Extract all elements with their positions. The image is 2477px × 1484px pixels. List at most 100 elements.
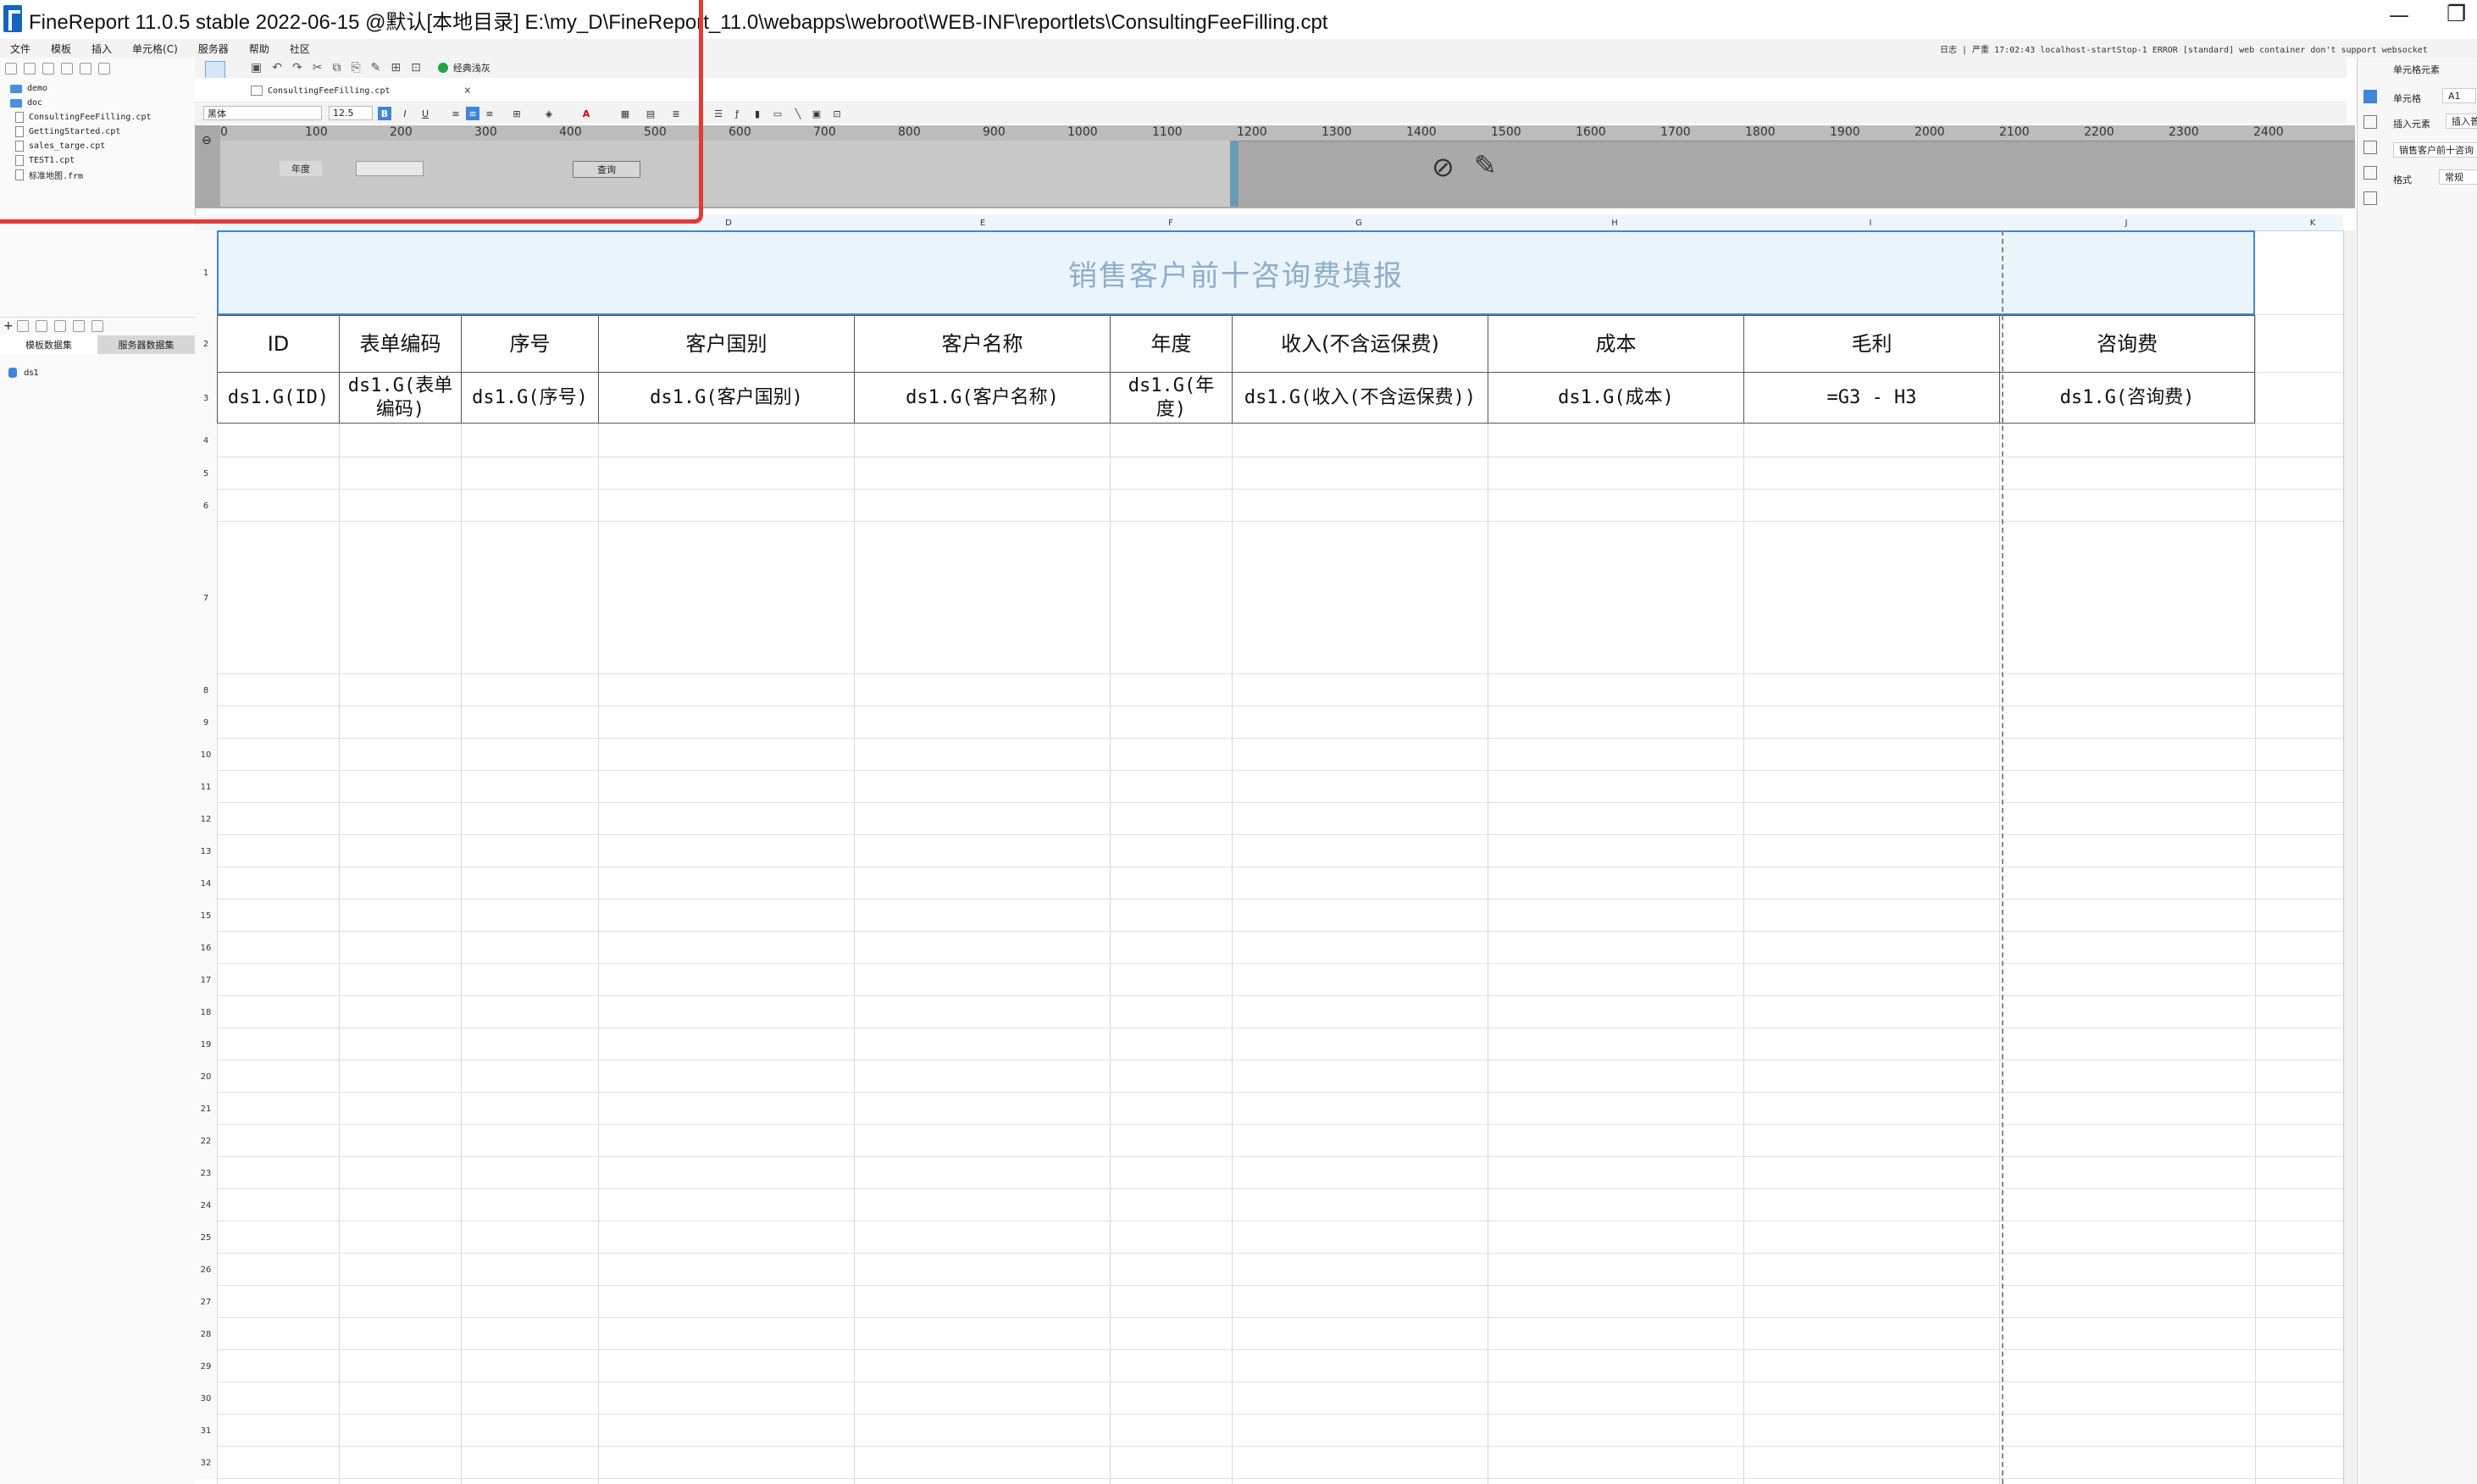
- row-header[interactable]: 32: [195, 1447, 217, 1479]
- condition-icon[interactable]: [2363, 166, 2377, 180]
- column-header-k[interactable]: K: [2296, 215, 2330, 230]
- dataset-item-ds1[interactable]: ds1: [8, 368, 39, 378]
- header-cell[interactable]: 客户国别: [598, 315, 854, 373]
- data-cell[interactable]: ds1.G(表单编码): [339, 373, 461, 424]
- search-dataset-icon[interactable]: [91, 320, 103, 332]
- insert-element-select[interactable]: 插入普: [2446, 114, 2477, 129]
- row-header[interactable]: 28: [195, 1318, 217, 1350]
- copy-icon[interactable]: ⧉: [332, 61, 341, 75]
- formula-icon[interactable]: ƒ: [730, 107, 744, 120]
- cell-address-field[interactable]: A1: [2442, 88, 2476, 103]
- template-icon[interactable]: ⊞: [391, 61, 401, 75]
- row-header[interactable]: 2: [195, 315, 217, 373]
- row-header[interactable]: 27: [195, 1286, 217, 1318]
- row-header[interactable]: 17: [195, 964, 217, 996]
- row-header[interactable]: 6: [195, 490, 217, 522]
- header-cell[interactable]: 表单编码: [339, 315, 461, 373]
- font-family-select[interactable]: 黑体: [203, 106, 322, 120]
- theme-button[interactable]: 经典浅灰: [437, 61, 490, 75]
- header-cell[interactable]: 收入(不含运保费): [1232, 315, 1488, 373]
- query-button[interactable]: 查询: [573, 161, 640, 178]
- undo-icon[interactable]: ↶: [272, 61, 282, 75]
- widget-icon[interactable]: [2363, 141, 2377, 154]
- preview-dataset-icon[interactable]: [72, 320, 85, 332]
- data-cell[interactable]: ds1.G(客户国别): [598, 373, 854, 424]
- row-header[interactable]: 15: [195, 900, 217, 932]
- split-cells-icon[interactable]: ▤: [644, 107, 657, 120]
- data-cell[interactable]: ds1.G(年度): [1110, 373, 1232, 424]
- header-cell[interactable]: 年度: [1110, 315, 1232, 373]
- tab-template-dataset[interactable]: 模板数据集: [0, 335, 97, 354]
- minimize-button[interactable]: —: [2389, 3, 2409, 27]
- underline-button[interactable]: U: [418, 107, 432, 120]
- year-input[interactable]: [356, 161, 424, 176]
- column-header-g[interactable]: G: [1342, 215, 1376, 230]
- close-tab-icon[interactable]: ×: [464, 84, 471, 97]
- fill-color-icon[interactable]: ◈: [542, 107, 556, 120]
- copy-dataset-icon[interactable]: [53, 320, 66, 332]
- open-icon[interactable]: [42, 63, 54, 75]
- header-cell[interactable]: 咨询费: [1999, 315, 2255, 373]
- tab-server-dataset[interactable]: 服务器数据集: [97, 335, 195, 354]
- parameter-canvas[interactable]: 年度 查询: [220, 141, 1233, 207]
- cell-content-field[interactable]: 销售客户前十咨询: [2393, 142, 2477, 158]
- row-header[interactable]: 22: [195, 1125, 217, 1157]
- border-icon[interactable]: ⊞: [510, 107, 524, 120]
- data-cell[interactable]: ds1.G(咨询费): [1999, 373, 2255, 424]
- preview-icon[interactable]: ⊡: [411, 61, 421, 75]
- row-header[interactable]: 25: [195, 1221, 217, 1254]
- menu-insert[interactable]: 插入: [81, 42, 122, 56]
- merge-cells-icon[interactable]: ▦: [618, 107, 632, 120]
- add-dataset-icon[interactable]: +: [3, 319, 14, 333]
- subreport-icon[interactable]: ▣: [810, 107, 823, 120]
- column-header-e[interactable]: E: [966, 215, 1000, 230]
- row-header[interactable]: 16: [195, 932, 217, 964]
- save-icon[interactable]: ▣: [251, 61, 262, 75]
- tree-item-gettingstarted[interactable]: GettingStarted.cpt: [0, 125, 195, 139]
- row-header[interactable]: 24: [195, 1189, 217, 1221]
- cut-icon[interactable]: ✂: [313, 61, 323, 75]
- menu-community[interactable]: 社区: [280, 42, 320, 56]
- spreadsheet[interactable]: DEFGHIJK 1 2 3 4 5 6 7 8 9 10 11 12 13 14 15 16 17 18 19 20…: [195, 215, 2344, 1484]
- log-status-text[interactable]: 日志 | 严重 17:02:43 localhost-startStop-1 E…: [1940, 42, 2428, 55]
- row-header[interactable]: 19: [195, 1028, 217, 1060]
- redo-icon[interactable]: ↷: [292, 61, 302, 75]
- lock-icon[interactable]: [98, 63, 110, 75]
- row-header[interactable]: 31: [195, 1415, 217, 1447]
- menu-help[interactable]: 帮助: [239, 42, 280, 56]
- rename-icon[interactable]: [61, 63, 73, 75]
- row-header[interactable]: 4: [195, 424, 217, 457]
- row-header[interactable]: 23: [195, 1157, 217, 1189]
- row-header[interactable]: 13: [195, 835, 217, 867]
- row-header[interactable]: 5: [195, 457, 217, 490]
- refresh-icon[interactable]: [24, 63, 36, 75]
- format-painter-icon[interactable]: ✎: [371, 61, 381, 75]
- menu-template[interactable]: 模板: [41, 42, 81, 56]
- new-folder-icon[interactable]: [5, 63, 17, 75]
- row-header[interactable]: 1: [195, 230, 217, 315]
- tree-item-sales-targe[interactable]: sales_targe.cpt: [0, 139, 195, 153]
- restore-button[interactable]: ❐: [2447, 2, 2466, 27]
- font-color-icon[interactable]: A: [579, 107, 593, 120]
- tree-item-demo[interactable]: demo: [0, 81, 195, 96]
- image-icon[interactable]: ▭: [771, 107, 784, 120]
- align-left-icon[interactable]: ≡: [449, 107, 463, 120]
- row-header[interactable]: 18: [195, 996, 217, 1028]
- column-header-j[interactable]: J: [2109, 215, 2143, 230]
- row-header[interactable]: 11: [195, 771, 217, 803]
- data-cell[interactable]: ds1.G(序号): [461, 373, 598, 424]
- column-header-h[interactable]: H: [1598, 215, 1632, 230]
- row-header[interactable]: 7: [195, 522, 217, 674]
- italic-button[interactable]: I: [398, 107, 412, 120]
- row-header[interactable]: 29: [195, 1350, 217, 1382]
- row-header[interactable]: 30: [195, 1382, 217, 1415]
- data-cell[interactable]: ds1.G(成本): [1488, 373, 1743, 424]
- delete-dataset-icon[interactable]: [35, 320, 47, 332]
- data-cell[interactable]: ds1.G(收入(不含运保费)): [1232, 373, 1488, 424]
- cell-element-icon[interactable]: [2363, 90, 2377, 103]
- font-size-select[interactable]: 12.5: [329, 106, 373, 120]
- header-cell[interactable]: 毛利: [1743, 315, 1999, 373]
- tree-item-consultingfeefilling[interactable]: ConsultingFeeFilling.cpt: [0, 110, 195, 125]
- menu-cell[interactable]: 单元格(C): [122, 42, 188, 56]
- column-header-f[interactable]: F: [1154, 215, 1188, 230]
